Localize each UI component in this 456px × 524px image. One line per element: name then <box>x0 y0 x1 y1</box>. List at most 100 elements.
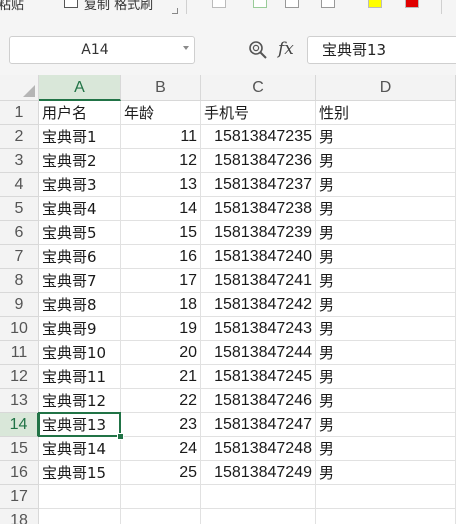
cell-a3[interactable]: 宝典哥2 <box>39 149 121 173</box>
cell-b2[interactable]: 11 <box>121 125 201 149</box>
cell-a14[interactable]: 宝典哥13 <box>39 413 121 437</box>
cell-d8[interactable]: 男 <box>316 269 456 293</box>
row-header-14[interactable]: 14 <box>0 413 39 437</box>
cell-b10[interactable]: 19 <box>121 317 201 341</box>
wrap-icon[interactable] <box>321 0 335 8</box>
cell-c8[interactable]: 15813847241 <box>201 269 316 293</box>
cell-a11[interactable]: 宝典哥10 <box>39 341 121 365</box>
select-all-corner[interactable] <box>0 75 39 101</box>
cell-b8[interactable]: 17 <box>121 269 201 293</box>
clipboard-launcher-icon[interactable] <box>172 8 178 14</box>
row-header-16[interactable]: 16 <box>0 461 39 485</box>
row-header-18[interactable]: 18 <box>0 509 39 524</box>
row-header-3[interactable]: 3 <box>0 149 39 173</box>
cell-a10[interactable]: 宝典哥9 <box>39 317 121 341</box>
row-header-4[interactable]: 4 <box>0 173 39 197</box>
cell-d17[interactable] <box>316 485 456 509</box>
copy-icon[interactable] <box>64 0 78 8</box>
cell-b7[interactable]: 16 <box>121 245 201 269</box>
row-header-6[interactable]: 6 <box>0 221 39 245</box>
formula-input[interactable]: 宝典哥13 <box>307 36 456 64</box>
chevron-down-icon[interactable] <box>183 46 189 50</box>
border-icon[interactable] <box>212 0 226 8</box>
cell-b12[interactable]: 21 <box>121 365 201 389</box>
cell-d1[interactable]: 性别 <box>316 101 456 125</box>
cell-c1[interactable]: 手机号 <box>201 101 316 125</box>
cell-c13[interactable]: 15813847246 <box>201 389 316 413</box>
cell-b5[interactable]: 14 <box>121 197 201 221</box>
cell-d12[interactable]: 男 <box>316 365 456 389</box>
cell-d10[interactable]: 男 <box>316 317 456 341</box>
cell-a16[interactable]: 宝典哥15 <box>39 461 121 485</box>
cell-b4[interactable]: 13 <box>121 173 201 197</box>
cell-a9[interactable]: 宝典哥8 <box>39 293 121 317</box>
cell-b14[interactable]: 23 <box>121 413 201 437</box>
cell-b11[interactable]: 20 <box>121 341 201 365</box>
cell-c2[interactable]: 15813847235 <box>201 125 316 149</box>
cell-c15[interactable]: 15813847248 <box>201 437 316 461</box>
cell-a17[interactable] <box>39 485 121 509</box>
cell-d15[interactable]: 男 <box>316 437 456 461</box>
cell-a12[interactable]: 宝典哥11 <box>39 365 121 389</box>
cell-d3[interactable]: 男 <box>316 149 456 173</box>
column-header-b[interactable]: B <box>121 75 201 101</box>
cell-c7[interactable]: 15813847240 <box>201 245 316 269</box>
cell-c11[interactable]: 15813847244 <box>201 341 316 365</box>
fill-color-icon[interactable] <box>368 0 382 8</box>
row-header-8[interactable]: 8 <box>0 269 39 293</box>
cell-b13[interactable]: 22 <box>121 389 201 413</box>
merge-icon[interactable] <box>285 0 299 8</box>
row-header-1[interactable]: 1 <box>0 101 39 125</box>
cell-a5[interactable]: 宝典哥4 <box>39 197 121 221</box>
cell-c16[interactable]: 15813847249 <box>201 461 316 485</box>
row-header-13[interactable]: 13 <box>0 389 39 413</box>
cell-c17[interactable] <box>201 485 316 509</box>
function-icon[interactable]: fx <box>278 38 300 60</box>
cell-c12[interactable]: 15813847245 <box>201 365 316 389</box>
cell-d6[interactable]: 男 <box>316 221 456 245</box>
cell-c3[interactable]: 15813847236 <box>201 149 316 173</box>
row-header-2[interactable]: 2 <box>0 125 39 149</box>
row-header-15[interactable]: 15 <box>0 437 39 461</box>
row-header-7[interactable]: 7 <box>0 245 39 269</box>
cell-a1[interactable]: 用户名 <box>39 101 121 125</box>
cell-a6[interactable]: 宝典哥5 <box>39 221 121 245</box>
cell-b16[interactable]: 25 <box>121 461 201 485</box>
cell-b3[interactable]: 12 <box>121 149 201 173</box>
magnifier-icon[interactable] <box>248 40 268 60</box>
style-icon[interactable] <box>253 0 267 8</box>
paste-label[interactable]: 粘贴 <box>0 0 24 13</box>
cell-d7[interactable]: 男 <box>316 245 456 269</box>
cell-a4[interactable]: 宝典哥3 <box>39 173 121 197</box>
row-header-5[interactable]: 5 <box>0 197 39 221</box>
cell-b17[interactable] <box>121 485 201 509</box>
row-header-9[interactable]: 9 <box>0 293 39 317</box>
cell-c14[interactable]: 15813847247 <box>201 413 316 437</box>
cell-d13[interactable]: 男 <box>316 389 456 413</box>
cell-a7[interactable]: 宝典哥6 <box>39 245 121 269</box>
cell-b15[interactable]: 24 <box>121 437 201 461</box>
copy-format-label[interactable]: 复制 格式刷 <box>84 0 153 13</box>
fill-handle[interactable] <box>117 433 124 440</box>
cell-a15[interactable]: 宝典哥14 <box>39 437 121 461</box>
cell-c9[interactable]: 15813847242 <box>201 293 316 317</box>
cell-d11[interactable]: 男 <box>316 341 456 365</box>
cell-c10[interactable]: 15813847243 <box>201 317 316 341</box>
cell-a18[interactable] <box>39 509 121 524</box>
cell-d4[interactable]: 男 <box>316 173 456 197</box>
cell-d14[interactable]: 男 <box>316 413 456 437</box>
cell-b9[interactable]: 18 <box>121 293 201 317</box>
row-header-11[interactable]: 11 <box>0 341 39 365</box>
column-header-c[interactable]: C <box>201 75 316 101</box>
column-header-d[interactable]: D <box>316 75 456 101</box>
cell-d5[interactable]: 男 <box>316 197 456 221</box>
cell-d2[interactable]: 男 <box>316 125 456 149</box>
cell-d16[interactable]: 男 <box>316 461 456 485</box>
cell-c4[interactable]: 15813847237 <box>201 173 316 197</box>
cell-b1[interactable]: 年龄 <box>121 101 201 125</box>
cell-c18[interactable] <box>201 509 316 524</box>
name-box[interactable]: A14 <box>9 36 195 64</box>
cell-c6[interactable]: 15813847239 <box>201 221 316 245</box>
row-header-10[interactable]: 10 <box>0 317 39 341</box>
cell-a8[interactable]: 宝典哥7 <box>39 269 121 293</box>
